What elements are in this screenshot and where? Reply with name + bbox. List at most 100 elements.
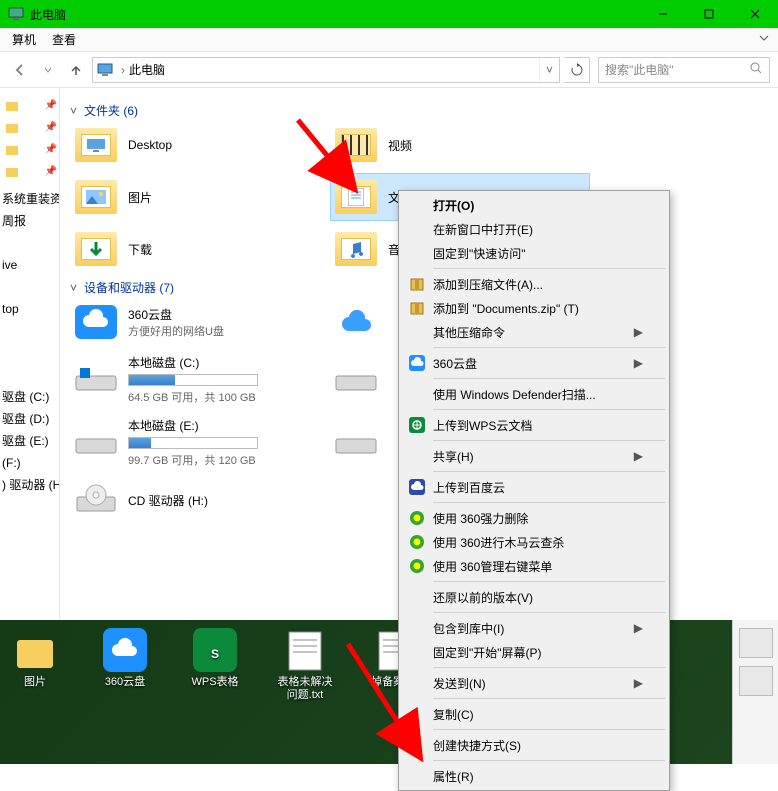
folder-desktop[interactable]: Desktop — [70, 121, 330, 169]
sidebar-item[interactable]: 驱盘 (E:) — [0, 430, 59, 452]
quick-access-item[interactable]: 📌 — [0, 116, 59, 138]
search-placeholder: 搜索"此电脑" — [605, 61, 674, 78]
nav-back-button[interactable] — [8, 58, 32, 82]
menu-item-label: 在新窗口中打开(E) — [433, 221, 533, 238]
chevron-right-icon: ▶ — [634, 621, 643, 635]
context-menu-item[interactable]: 包含到库中(I) ▶ — [401, 616, 667, 640]
desktop-icon-label: WPS表格 — [191, 676, 238, 689]
drive-local-e[interactable]: 本地磁盘 (E:) 99.7 GB 可用，共 120 GB — [70, 413, 330, 472]
folder-videos[interactable]: 视频 — [330, 121, 590, 169]
chevron-right-icon: ▶ — [634, 325, 643, 339]
context-menu: 打开(O) 在新窗口中打开(E) 固定到"快速访问" 添加到压缩文件(A)...添加到… — [398, 190, 670, 791]
group-title: 文件夹 (6) — [84, 102, 138, 119]
drive-360cloud[interactable]: 360云盘方便好用的网络U盘 — [70, 298, 330, 346]
chevron-right-icon: ▶ — [634, 676, 643, 690]
thumbnail[interactable] — [739, 628, 773, 658]
menu-separator — [433, 667, 665, 668]
address-dropdown-icon[interactable]: ˅ — [539, 58, 559, 82]
menu-separator — [433, 409, 665, 410]
sidebar-item[interactable]: 驱盘 (D:) — [0, 408, 59, 430]
context-menu-item[interactable]: 上传到WPS云文档 — [401, 413, 667, 437]
context-menu-item[interactable]: 添加到压缩文件(A)... — [401, 272, 667, 296]
cloud-icon — [75, 305, 117, 339]
item-label: CD 驱动器 (H:) — [128, 492, 208, 509]
quick-access-item[interactable]: 📌 — [0, 138, 59, 160]
context-menu-item[interactable]: 使用 360强力删除 — [401, 506, 667, 530]
folder-pictures[interactable]: 图片 — [70, 173, 330, 221]
menu-item-label: 使用 360进行木马云查杀 — [433, 534, 564, 551]
thumbnail[interactable] — [739, 666, 773, 696]
desktop-icon-image — [13, 628, 57, 672]
item-label: 360云盘 — [128, 306, 224, 323]
context-menu-item[interactable]: 使用 Windows Defender扫描... — [401, 382, 667, 406]
desktop-icon[interactable]: 360云盘 — [94, 628, 156, 702]
desktop-icon[interactable]: 表格未解决问题.txt — [274, 628, 336, 702]
drive-local-c[interactable]: 本地磁盘 (C:) 64.5 GB 可用，共 100 GB — [70, 350, 330, 409]
item-label: 视频 — [388, 137, 412, 154]
context-menu-item[interactable]: 在新窗口中打开(E) — [401, 217, 667, 241]
sidebar-item[interactable]: 驱盘 (C:) — [0, 386, 59, 408]
sidebar-item[interactable]: 周报 — [0, 210, 59, 232]
pin-icon: 📌 — [45, 100, 57, 111]
item-label: 图片 — [128, 189, 152, 206]
desktop-icon-image — [103, 628, 147, 672]
menu-view[interactable]: 查看 — [44, 28, 84, 51]
refresh-button[interactable] — [564, 57, 590, 83]
breadcrumb-item[interactable]: 此电脑 — [129, 61, 165, 78]
context-menu-item[interactable]: 共享(H) ▶ — [401, 444, 667, 468]
menubar: 算机 查看 — [0, 28, 778, 52]
nav-history-button[interactable] — [36, 58, 60, 82]
close-button[interactable] — [732, 0, 778, 28]
context-menu-item[interactable]: 使用 360管理右键菜单 — [401, 554, 667, 578]
maximize-button[interactable] — [686, 0, 732, 28]
menu-item-label: 共享(H) — [433, 448, 474, 465]
group-header-folders[interactable]: ˅ 文件夹 (6) — [70, 102, 778, 119]
menu-item-label: 使用 360管理右键菜单 — [433, 558, 552, 575]
chevron-right-icon: ▶ — [634, 356, 643, 370]
pin-icon: 📌 — [45, 166, 57, 177]
picture-inner-icon — [86, 190, 106, 204]
menu-separator — [433, 471, 665, 472]
context-menu-item[interactable]: 复制(C) — [401, 702, 667, 726]
sidebar-item[interactable]: ) 驱动器 (H:) — [0, 474, 59, 496]
menu-computer[interactable]: 算机 — [4, 28, 44, 51]
sidebar-item[interactable]: (F:) — [0, 452, 59, 474]
quick-access-item[interactable]: 📌 — [0, 94, 59, 116]
context-menu-item[interactable]: 添加到 "Documents.zip" (T) — [401, 296, 667, 320]
quick-access-item[interactable]: 📌 — [0, 160, 59, 182]
sec360-icon — [409, 558, 425, 574]
nav-up-button[interactable] — [64, 58, 88, 82]
context-menu-item[interactable]: 其他压缩命令▶ — [401, 320, 667, 344]
menu-item-label: 发送到(N) — [433, 675, 486, 692]
sidebar-item[interactable]: ive — [0, 254, 59, 276]
menu-item-label: 上传到WPS云文档 — [433, 417, 532, 434]
archive-icon — [409, 300, 425, 316]
wps-icon — [409, 417, 425, 433]
desktop-icon-image: S — [193, 628, 237, 672]
minimize-button[interactable] — [640, 0, 686, 28]
menu-item-label: 360云盘 — [433, 355, 477, 372]
context-menu-item[interactable]: 创建快捷方式(S) — [401, 733, 667, 757]
context-menu-item[interactable]: 固定到"快速访问" — [401, 241, 667, 265]
context-menu-item[interactable]: 还原以前的版本(V) — [401, 585, 667, 609]
address-input[interactable]: › 此电脑 ˅ — [92, 57, 560, 83]
desktop-icon[interactable]: S WPS表格 — [184, 628, 246, 702]
context-menu-item[interactable]: 上传到百度云 — [401, 475, 667, 499]
chevron-right-icon: ▶ — [634, 449, 643, 463]
context-menu-item[interactable]: 360云盘 ▶ — [401, 351, 667, 375]
menu-item-label: 使用 360强力删除 — [433, 510, 528, 527]
drive-icon — [74, 429, 118, 457]
ribbon-expand-icon[interactable] — [758, 32, 770, 47]
context-menu-item[interactable]: 打开(O) — [401, 193, 667, 217]
drive-cd[interactable]: CD 驱动器 (H:) — [70, 476, 330, 524]
sidebar-item[interactable]: 系统重装资 — [0, 188, 59, 210]
context-menu-item[interactable]: 属性(R) — [401, 764, 667, 788]
context-menu-item[interactable]: 发送到(N) ▶ — [401, 671, 667, 695]
menu-item-label: 包含到库中(I) — [433, 620, 504, 637]
context-menu-item[interactable]: 使用 360进行木马云查杀 — [401, 530, 667, 554]
context-menu-item[interactable]: 固定到"开始"屏幕(P) — [401, 640, 667, 664]
desktop-icon[interactable]: 图片 — [4, 628, 66, 702]
search-input[interactable]: 搜索"此电脑" — [598, 57, 770, 83]
sidebar-item[interactable]: top — [0, 298, 59, 320]
folder-downloads[interactable]: 下载 — [70, 225, 330, 273]
